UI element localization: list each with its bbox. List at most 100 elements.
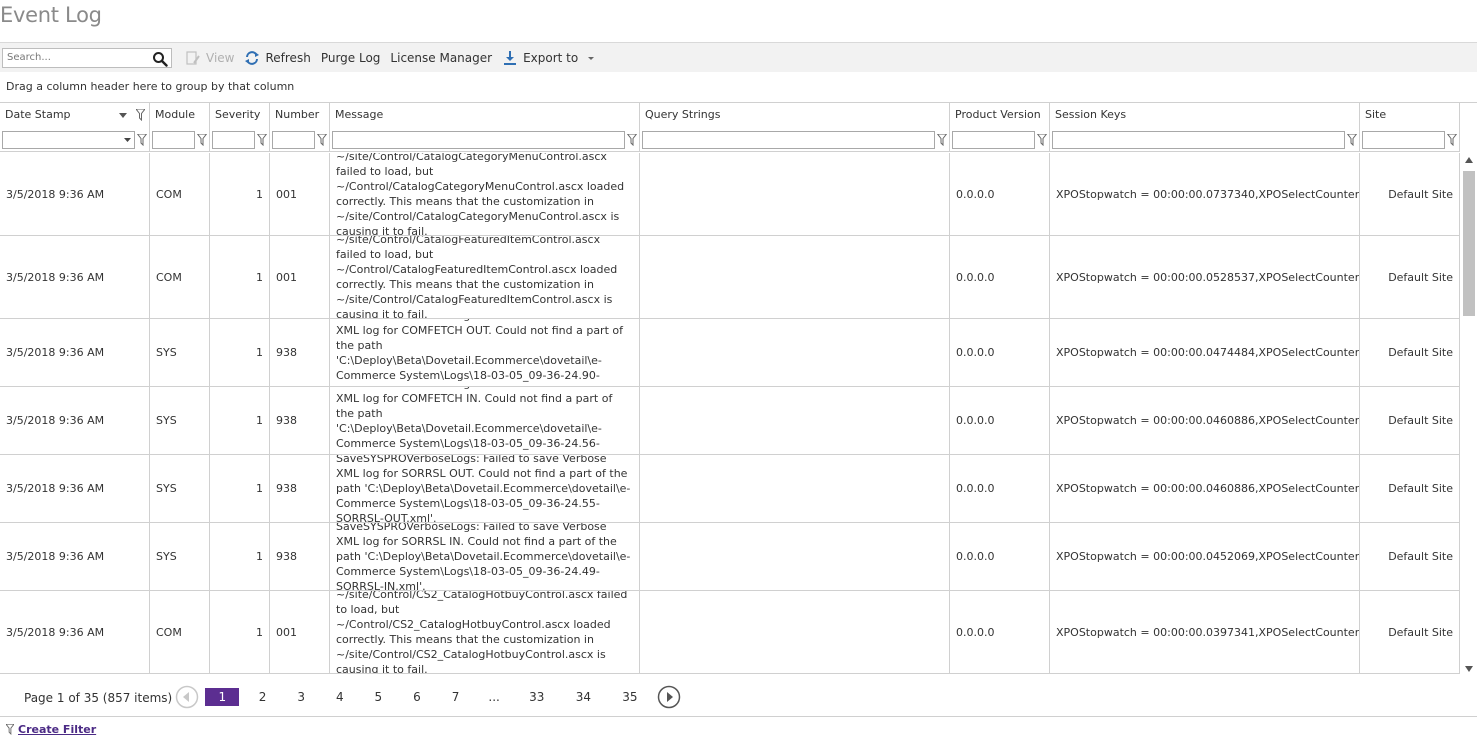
filter-icon[interactable] bbox=[257, 134, 267, 146]
page-ellipsis[interactable]: ... bbox=[475, 688, 513, 706]
scroll-up-icon[interactable] bbox=[1465, 157, 1473, 163]
filter-icon[interactable] bbox=[137, 134, 147, 146]
table-row[interactable]: 3/5/2018 9:36 AM SYS 1 938 SaveSYSPROVer… bbox=[0, 455, 1460, 523]
filter-input-product-version[interactable] bbox=[952, 131, 1035, 149]
cell-query-strings bbox=[640, 523, 950, 590]
column-label: Session Keys bbox=[1055, 108, 1127, 121]
search-box bbox=[2, 47, 172, 68]
header-row: Date Stamp Module Severity Number Messag… bbox=[0, 103, 1460, 128]
cell-number: 938 bbox=[270, 387, 330, 454]
column-header-site[interactable]: Site bbox=[1360, 103, 1460, 128]
filter-icon[interactable] bbox=[197, 134, 207, 146]
view-label: View bbox=[206, 50, 235, 65]
page-button-1[interactable]: 1 bbox=[205, 688, 240, 706]
view-button[interactable]: View bbox=[180, 45, 239, 71]
cell-number: 001 bbox=[270, 153, 330, 235]
filter-icon[interactable] bbox=[1347, 134, 1357, 146]
column-header-date-stamp[interactable]: Date Stamp bbox=[0, 103, 150, 128]
cell-product-version: 0.0.0.0 bbox=[950, 319, 1050, 386]
page-button-2[interactable]: 2 bbox=[244, 688, 282, 706]
license-manager-button[interactable]: License Manager bbox=[385, 45, 497, 71]
page-button-6[interactable]: 6 bbox=[398, 688, 436, 706]
filter-input-module[interactable] bbox=[152, 131, 195, 149]
scrollbar-thumb[interactable] bbox=[1463, 171, 1475, 316]
filter-input-query-strings[interactable] bbox=[642, 131, 935, 149]
filter-cell-module bbox=[150, 128, 210, 152]
cell-message: ~/site/Control/CatalogCategoryMenuContro… bbox=[330, 153, 640, 235]
filter-input-number[interactable] bbox=[272, 131, 315, 149]
filter-icon[interactable] bbox=[1037, 134, 1047, 146]
table-row[interactable]: 3/5/2018 9:36 AM SYS 1 938 SaveSYSPROVer… bbox=[0, 387, 1460, 455]
grid-rows: 3/5/2018 9:36 AM COM 1 001 ~/site/Contro… bbox=[0, 153, 1460, 678]
column-label: Number bbox=[275, 108, 320, 121]
cell-query-strings bbox=[640, 387, 950, 454]
filter-icon[interactable] bbox=[317, 134, 327, 146]
cell-module: SYS bbox=[150, 455, 210, 522]
filter-input-severity[interactable] bbox=[212, 131, 255, 149]
filter-input-site[interactable] bbox=[1362, 131, 1445, 149]
filter-input-message[interactable] bbox=[332, 131, 625, 149]
prev-page-icon[interactable] bbox=[175, 685, 199, 709]
column-header-module[interactable]: Module bbox=[150, 103, 210, 128]
table-row[interactable]: 3/5/2018 9:36 AM COM 1 001 ~/site/Contro… bbox=[0, 153, 1460, 236]
cell-number: 001 bbox=[270, 236, 330, 318]
table-row[interactable]: 3/5/2018 9:36 AM COM 1 001 ~/site/Contro… bbox=[0, 591, 1460, 674]
cell-site: Default Site bbox=[1360, 455, 1460, 522]
filter-cell-severity bbox=[210, 128, 270, 152]
cell-query-strings bbox=[640, 319, 950, 386]
cell-severity: 1 bbox=[210, 591, 270, 673]
page-button-34[interactable]: 34 bbox=[560, 688, 606, 706]
page-button-33[interactable]: 33 bbox=[514, 688, 560, 706]
create-filter-link[interactable]: Create Filter bbox=[18, 723, 96, 736]
column-header-number[interactable]: Number bbox=[270, 103, 330, 128]
page-button-7[interactable]: 7 bbox=[437, 688, 475, 706]
page-button-3[interactable]: 3 bbox=[282, 688, 320, 706]
filter-icon[interactable] bbox=[937, 134, 947, 146]
cell-message: ~/site/Control/CS2_CatalogHotbuyControl.… bbox=[330, 591, 640, 673]
search-icon[interactable] bbox=[152, 51, 168, 67]
column-header-severity[interactable]: Severity bbox=[210, 103, 270, 128]
cell-session-keys: XPOStopwatch = 00:00:00.0528537,XPOSelec… bbox=[1050, 236, 1360, 318]
search-input[interactable] bbox=[3, 48, 149, 67]
cell-session-keys: XPOStopwatch = 00:00:00.0474484,XPOSelec… bbox=[1050, 319, 1360, 386]
table-row[interactable]: 3/5/2018 9:36 AM SYS 1 938 SaveSYSPROVer… bbox=[0, 319, 1460, 387]
cell-query-strings bbox=[640, 591, 950, 673]
table-row[interactable]: 3/5/2018 9:36 AM SYS 1 938 SaveSYSPROVer… bbox=[0, 523, 1460, 591]
page-button-4[interactable]: 4 bbox=[321, 688, 359, 706]
dropdown-arrow-icon[interactable] bbox=[124, 138, 131, 143]
refresh-button[interactable]: Refresh bbox=[239, 45, 315, 71]
filter-input-session-keys[interactable] bbox=[1052, 131, 1345, 149]
column-header-product-version[interactable]: Product Version bbox=[950, 103, 1050, 128]
filter-icon[interactable] bbox=[627, 134, 637, 146]
scroll-down-icon[interactable] bbox=[1465, 666, 1473, 672]
event-grid: Date Stamp Module Severity Number Messag… bbox=[0, 102, 1477, 678]
filter-cell-number bbox=[270, 128, 330, 152]
cell-message: ~/site/Control/CatalogFeaturedItemContro… bbox=[330, 236, 640, 318]
table-row[interactable]: 3/5/2018 9:36 AM COM 1 001 ~/site/Contro… bbox=[0, 236, 1460, 319]
cell-query-strings bbox=[640, 455, 950, 522]
column-header-session-keys[interactable]: Session Keys bbox=[1050, 103, 1360, 128]
cell-date: 3/5/2018 9:36 AM bbox=[0, 236, 150, 318]
vertical-scrollbar[interactable] bbox=[1461, 153, 1477, 678]
cell-session-keys: XPOStopwatch = 00:00:00.0737340,XPOSelec… bbox=[1050, 153, 1360, 235]
group-panel[interactable]: Drag a column header here to group by th… bbox=[6, 80, 294, 93]
cell-module: SYS bbox=[150, 319, 210, 386]
cell-date: 3/5/2018 9:36 AM bbox=[0, 523, 150, 590]
cell-severity: 1 bbox=[210, 523, 270, 590]
page-button-5[interactable]: 5 bbox=[359, 688, 397, 706]
column-header-message[interactable]: Message bbox=[330, 103, 640, 128]
filter-icon[interactable] bbox=[1447, 134, 1457, 146]
purge-log-button[interactable]: Purge Log bbox=[316, 45, 386, 71]
cell-session-keys: XPOStopwatch = 00:00:00.0460886,XPOSelec… bbox=[1050, 455, 1360, 522]
column-header-query-strings[interactable]: Query Strings bbox=[640, 103, 950, 128]
filter-row bbox=[0, 128, 1460, 152]
cell-query-strings bbox=[640, 153, 950, 235]
next-page-icon[interactable] bbox=[657, 685, 681, 709]
cell-number: 001 bbox=[270, 591, 330, 673]
cell-module: SYS bbox=[150, 387, 210, 454]
filter-icon[interactable] bbox=[136, 109, 145, 121]
filter-input-date-stamp[interactable] bbox=[2, 131, 135, 149]
export-to-button[interactable]: Export to bbox=[497, 45, 606, 71]
filter-cell-query-strings bbox=[640, 128, 950, 152]
page-button-35[interactable]: 35 bbox=[607, 688, 653, 706]
